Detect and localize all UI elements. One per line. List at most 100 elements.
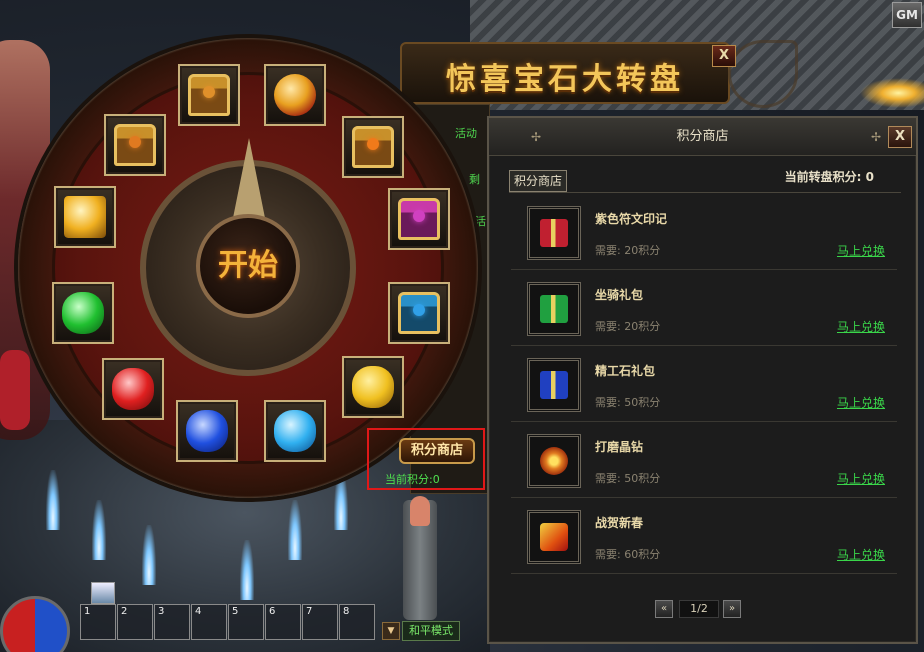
exchange-now-link[interactable]: 马上兑换 [837,394,885,411]
gift-box-icon [540,371,568,399]
wheel-slot-8 [176,400,238,462]
item-cost: 需要: 20积分 [595,244,661,257]
start-spin-button[interactable]: 开始 [196,214,300,318]
hotbar-slot-3[interactable]: 3 [154,604,190,640]
treasure-chest-icon [352,126,394,168]
hotbar-slot-number: 1 [84,606,91,617]
treasure-chest-icon [398,198,440,240]
hotbar-slot-5[interactable]: 5 [228,604,264,640]
hotbar-slot-6[interactable]: 6 [265,604,301,640]
wheel-slot-9 [102,358,164,420]
hotbar-slot-8[interactable]: 8 [339,604,375,640]
remaining-line: 剩 [469,173,480,186]
exchange-now-link[interactable]: 马上兑换 [837,242,885,259]
blue-flame-effect [142,525,156,585]
item-icon-frame [527,206,581,260]
header-ornament-icon: ✢ [870,130,882,144]
green-gem-icon [62,292,104,334]
wheel-slot-3 [342,116,404,178]
blue-flame-effect [92,500,106,560]
gm-button[interactable]: GM [892,2,922,28]
header-ornament-icon: ✢ [530,130,542,144]
light-blue-gem-icon [274,410,316,452]
prev-page-button[interactable]: « [655,600,673,618]
yellow-gem-icon [352,366,394,408]
wheel-slot-4 [388,188,450,250]
hotbar-slot-number: 8 [343,606,350,617]
exchange-now-link[interactable]: 马上兑换 [837,546,885,563]
treasure-chest-icon [188,74,230,116]
shop-item-row: 紫色符文印记 需要: 20积分 马上兑换 [511,196,897,270]
wheel-slot-2 [264,64,326,126]
gold-spark-effect [860,78,924,108]
tab-divider [509,192,901,193]
shop-header: ✢ 积分商店 ✢ [489,118,916,156]
exchange-now-link[interactable]: 马上兑换 [837,318,885,335]
item-icon-frame [527,282,581,336]
hotbar-slot-2[interactable]: 2 [117,604,153,640]
peace-mode-button[interactable]: 和平模式 [402,621,460,641]
item-name: 紫色符文印记 [595,212,668,226]
lamp-flame [410,496,430,526]
wheel-pointer [233,138,265,218]
hotbar-slot-1[interactable]: 1 [80,604,116,640]
treasure-chest-icon [114,124,156,166]
blue-gem-icon [186,410,228,452]
shop-title: 积分商店 [676,129,729,144]
shop-close-button[interactable]: X [888,126,912,148]
wheel-close-button[interactable]: X [712,45,736,67]
hotbar-slot-number: 5 [232,606,239,617]
hotbar-slot-number: 2 [121,606,128,617]
shop-item-row: 坐骑礼包 需要: 20积分 马上兑换 [511,272,897,346]
turntable-points-label: 当前转盘积分: 0 [784,170,874,184]
gift-box-icon [540,219,568,247]
blue-flame-effect [240,540,254,600]
item-cost: 需要: 60积分 [595,548,661,561]
item-name: 战贺新春 [595,516,644,530]
dragon-ornament [728,40,798,108]
mode-dropdown-arrow-icon[interactable]: ▼ [382,622,400,640]
item-name: 打磨晶钻 [595,440,644,454]
skill-icon[interactable] [91,582,115,604]
next-page-button[interactable]: » [723,600,741,618]
wheel-slot-6 [342,356,404,418]
wheel-title: 惊喜宝石大转盘 [446,62,684,97]
blue-flame-effect [288,500,302,560]
item-name: 坐骑礼包 [595,288,644,302]
points-shop-button[interactable]: 积分商店 [399,438,475,464]
crystal-icon [540,447,568,475]
fire-orb-icon [274,74,316,116]
wheel-slot-5 [388,282,450,344]
wheel-slot-10 [52,282,114,344]
hotbar-slot-number: 3 [158,606,165,617]
exchange-now-link[interactable]: 马上兑换 [837,470,885,487]
wheel-slot-1 [178,64,240,126]
item-icon-frame [527,510,581,564]
wheel-title-bar: 惊喜宝石大转盘 [400,42,730,104]
activity-note-line: 活 [475,215,486,228]
wheel-slot-11 [54,186,116,248]
blue-flame-effect [46,470,60,530]
shop-item-row: 打磨晶钻 需要: 50积分 马上兑换 [511,424,897,498]
item-cost: 需要: 50积分 [595,472,661,485]
red-gem-icon [112,368,154,410]
hotbar-slot-number: 4 [195,606,202,617]
gift-box-icon [540,295,568,323]
item-name: 精工石礼包 [595,364,656,378]
points-shop-panel: ✢ 积分商店 ✢ X 积分商店 当前转盘积分: 0 紫色符文印记 需要: 20积… [487,116,918,644]
item-cost: 需要: 50积分 [595,396,661,409]
character-red-item [0,350,30,430]
wheel-slot-12 [104,114,166,176]
item-icon-frame [527,358,581,412]
topaz-gem-icon [64,196,106,238]
hotbar-slot-4[interactable]: 4 [191,604,227,640]
item-icon-frame [527,434,581,488]
hotbar-slot-number: 7 [306,606,313,617]
hotbar-slot-7[interactable]: 7 [302,604,338,640]
new-spring-icon [540,523,568,551]
shop-item-row: 精工石礼包 需要: 50积分 马上兑换 [511,348,897,422]
treasure-chest-icon [398,292,440,334]
hotbar-slot-number: 6 [269,606,276,617]
tab-points-shop[interactable]: 积分商店 [509,170,567,192]
page-indicator: 1/2 [679,600,719,618]
